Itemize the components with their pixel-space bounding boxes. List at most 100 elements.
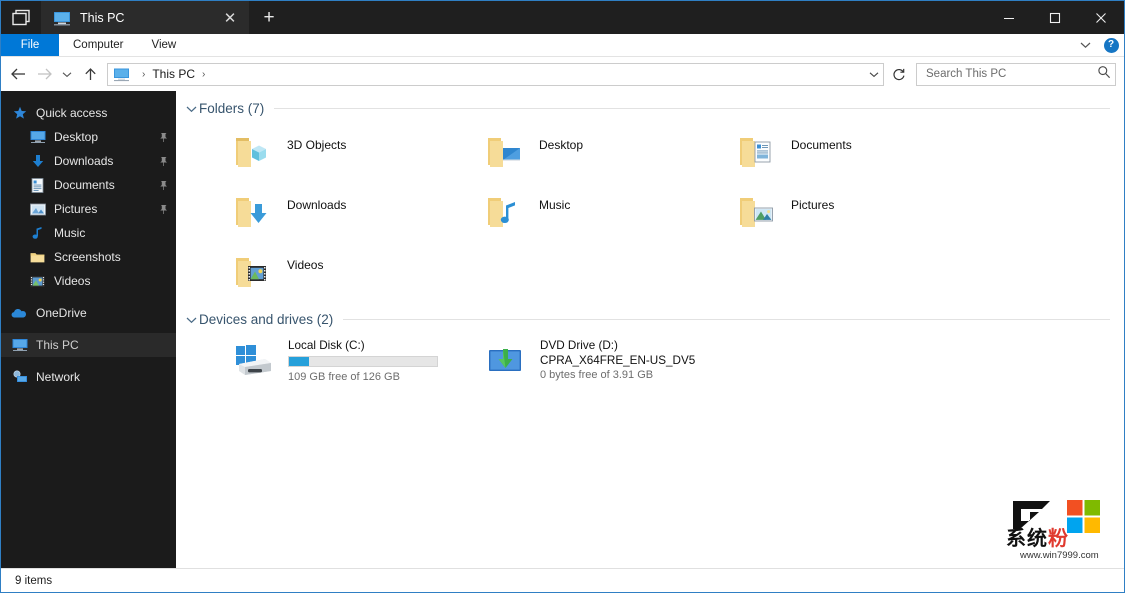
sidebar-label: OneDrive [36,306,87,320]
pin-icon[interactable] [156,204,170,215]
folder-label: Pictures [791,198,835,212]
help-button[interactable]: ? [1098,34,1124,56]
folder-downloads-icon [228,188,278,236]
star-icon [11,105,28,121]
folder-item-pictures[interactable]: Pictures [732,182,984,242]
sidebar-label: Network [36,370,81,384]
chevron-down-icon[interactable] [1072,34,1098,56]
sidebar-label: Desktop [54,130,99,144]
tab-file[interactable]: File [1,34,59,56]
pin-icon[interactable] [156,180,170,191]
watermark-logo: 系统粉 www.win7999.com [1000,490,1112,568]
breadcrumb-separator-2[interactable]: › [195,69,212,80]
title-bar: This PC ✕ + [1,1,1124,34]
close-icon[interactable] [1078,1,1124,34]
folder-item-3d-objects[interactable]: 3D Objects [228,122,480,182]
folder-icon [29,249,46,265]
tab-this-pc[interactable]: This PC ✕ [41,1,249,34]
minimize-icon[interactable] [986,1,1032,34]
search-icon[interactable] [1097,65,1111,84]
sidebar-item-pictures[interactable]: Pictures [1,197,176,221]
folder-label: Documents [791,138,852,152]
sidebar-item-downloads[interactable]: Downloads [1,149,176,173]
folder-label: Desktop [539,138,584,152]
watermark-brand-red: 粉 [1048,526,1069,550]
back-arrow-icon[interactable] [5,61,31,87]
folders-group-header[interactable]: Folders (7) [176,101,1124,116]
explorer-body: Quick access Desktop Downloads Documents… [1,91,1124,568]
new-tab-button[interactable]: + [249,1,289,34]
sidebar-label: This PC [36,338,79,352]
recent-locations-chevron-down-icon[interactable] [57,61,77,87]
network-icon [11,369,28,385]
folder-item-music[interactable]: Music [480,182,732,242]
sidebar-item-quick-access[interactable]: Quick access [1,101,176,125]
navigation-bar: › This PC › [1,57,1124,91]
file-list-pane[interactable]: Folders (7) 3D Objects Desktop Documents… [176,91,1124,568]
drive-free-text: 109 GB free of 126 GB [288,371,400,383]
folder-item-desktop[interactable]: Desktop [480,122,732,182]
folders-group-title: Folders (7) [199,101,265,116]
drive-free-text: 0 bytes free of 3.91 GB [540,369,654,381]
search-box[interactable] [916,62,1116,86]
this-pc-monitor-icon [113,67,130,82]
folder-documents-icon [732,128,782,176]
dvd-drive-icon [480,337,532,383]
chevron-down-icon[interactable] [183,105,199,113]
sidebar-item-music[interactable]: Music [1,221,176,245]
sidebar-label: Quick access [36,106,108,120]
up-arrow-icon[interactable] [77,61,103,87]
sidebar-item-screenshots[interactable]: Screenshots [1,245,176,269]
drive-info: Local Disk (C:) 109 GB free of 126 GB [280,337,438,385]
tab-title: This PC [80,10,125,25]
drive-usage-bar [288,356,438,367]
sidebar-label: Screenshots [54,250,121,264]
pin-icon[interactable] [156,132,170,143]
watermark-brand-black: 系统 [1006,526,1048,550]
folder-item-downloads[interactable]: Downloads [228,182,480,242]
drive-item-dvd-d[interactable]: DVD Drive (D:) CPRA_X64FRE_EN-US_DV5 0 b… [480,333,732,395]
address-chevron-down-icon[interactable] [865,71,883,78]
pin-icon[interactable] [156,156,170,167]
drive-info: DVD Drive (D:) CPRA_X64FRE_EN-US_DV5 0 b… [532,337,695,383]
refresh-icon[interactable] [888,63,910,86]
sidebar-item-documents[interactable]: Documents [1,173,176,197]
tab-view[interactable]: View [138,34,191,56]
maximize-icon[interactable] [1032,1,1078,34]
status-bar: 9 items [1,568,1124,592]
status-item-count: 9 items [15,574,53,587]
tab-close-icon[interactable]: ✕ [217,5,243,31]
folder-videos-icon [228,248,278,296]
address-bar[interactable]: › This PC › [107,62,884,86]
folder-item-documents[interactable]: Documents [732,122,984,182]
search-input[interactable] [926,68,1097,80]
folder-label: Music [539,198,571,212]
sidebar-item-desktop[interactable]: Desktop [1,125,176,149]
file-explorer-window: This PC ✕ + File Computer View ? › This … [0,0,1125,593]
drives-group-title: Devices and drives (2) [199,312,334,327]
breadcrumb-this-pc[interactable]: This PC [152,67,195,81]
chevron-down-icon[interactable] [183,316,199,324]
document-icon [29,177,46,193]
group-divider [343,319,1110,320]
drive-usage-fill [289,357,309,366]
sidebar-label: Videos [54,274,91,288]
tab-computer[interactable]: Computer [59,34,138,56]
drive-item-local-disk-c[interactable]: Local Disk (C:) 109 GB free of 126 GB [228,333,480,395]
sidebar-item-videos[interactable]: Videos [1,269,176,293]
this-pc-monitor-icon [11,337,28,353]
sidebar-item-this-pc[interactable]: This PC [1,333,176,357]
hard-disk-windows-icon [228,337,280,383]
sidebar-item-onedrive[interactable]: OneDrive [1,301,176,325]
drives-tile-list: Local Disk (C:) 109 GB free of 126 GB DV… [176,333,1124,395]
drives-group-header[interactable]: Devices and drives (2) [176,312,1124,327]
folder-label: Videos [287,258,324,272]
ribbon-tab-bar: File Computer View ? [1,34,1124,57]
desktop-monitor-icon [29,129,46,145]
sidebar-item-network[interactable]: Network [1,365,176,389]
folder-label: Downloads [287,198,347,212]
folder-item-videos[interactable]: Videos [228,242,480,302]
explorer-tabs-icon [1,1,41,34]
group-divider [274,108,1110,109]
